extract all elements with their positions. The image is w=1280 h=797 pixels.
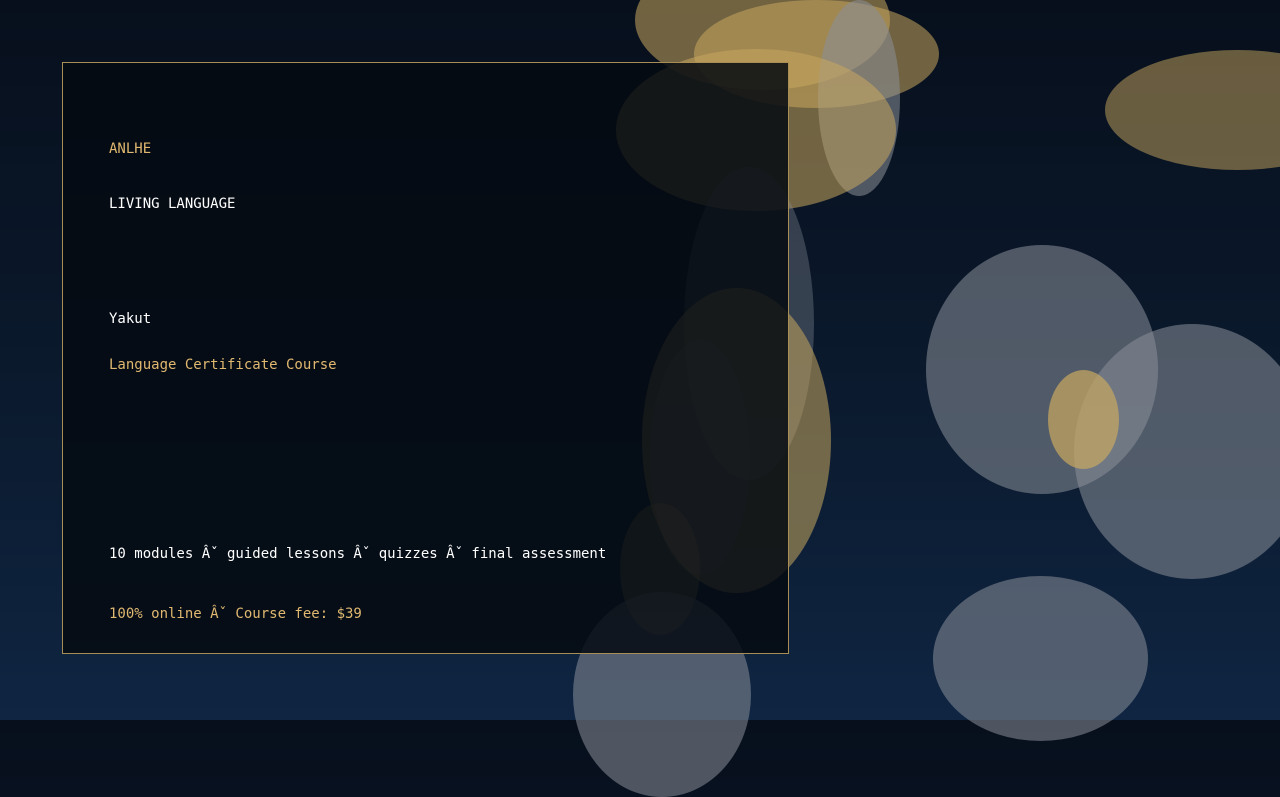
course-language: Yakut <box>109 311 152 327</box>
course-details: 10 modules Âˇ guided lessons Âˇ quizzes … <box>109 546 607 562</box>
course-card: ANLHE LIVING LANGUAGE Yakut Language Cer… <box>62 62 789 654</box>
course-pricing: 100% online Âˇ Course fee: $39 <box>109 606 362 622</box>
bokeh-light <box>1105 50 1280 170</box>
course-title: Language Certificate Course <box>109 357 337 373</box>
bokeh-light <box>933 576 1148 741</box>
brand-tagline: LIVING LANGUAGE <box>109 196 236 212</box>
brand-name: ANLHE <box>109 141 152 157</box>
bokeh-light <box>1048 370 1119 469</box>
